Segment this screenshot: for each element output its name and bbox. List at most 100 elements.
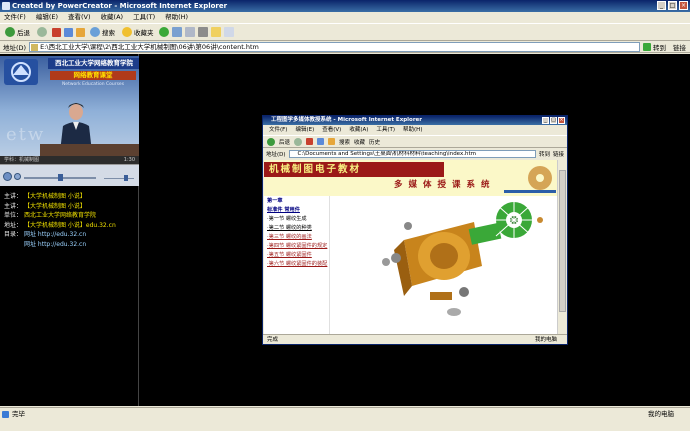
toolbar: 后退 搜索 收藏夹 bbox=[0, 23, 690, 41]
inner-stop-icon[interactable] bbox=[306, 138, 314, 145]
inner-favorites-button[interactable]: 收藏 bbox=[354, 138, 365, 146]
media-player-controls bbox=[0, 164, 139, 186]
favorites-button[interactable]: 收藏夹 bbox=[120, 27, 156, 37]
stop-icon[interactable] bbox=[52, 27, 61, 37]
folder-icon[interactable] bbox=[210, 27, 221, 37]
inner-address-input[interactable]: C:\Documents and Settings\王桌面\机材科材料\teac… bbox=[288, 149, 536, 158]
forward-button[interactable] bbox=[35, 27, 49, 37]
go-button[interactable]: 转到 bbox=[643, 42, 670, 52]
info-value: 【大学机械制图 小说】 bbox=[24, 202, 86, 210]
seek-thumb[interactable] bbox=[58, 174, 63, 181]
video-banner-title: 西北工业大学网络教育学院 bbox=[48, 58, 139, 69]
inner-menu-bar: 文件(F) 编辑(E) 查看(V) 收藏(A) 工具(T) 帮助(H) bbox=[263, 125, 567, 135]
inner-menu-file[interactable]: 文件(F) bbox=[269, 125, 287, 135]
menu-view[interactable]: 查看(V) bbox=[68, 12, 91, 23]
go-label: 转到 bbox=[653, 43, 666, 52]
inner-links-label[interactable]: 链接 bbox=[553, 150, 567, 158]
back-label: 后退 bbox=[17, 29, 30, 37]
search-button[interactable]: 搜索 bbox=[88, 27, 117, 37]
university-logo-icon bbox=[4, 59, 38, 85]
close-button[interactable]: × bbox=[679, 1, 688, 10]
status-page-icon bbox=[2, 411, 9, 418]
back-button[interactable]: 后退 bbox=[3, 27, 32, 37]
banner-gear-icon bbox=[504, 166, 556, 193]
inner-menu-help[interactable]: 帮助(H) bbox=[403, 125, 422, 135]
inner-back-label[interactable]: 后退 bbox=[279, 138, 290, 146]
menu-item-section-3[interactable]: ·第三节 螺纹的画法 bbox=[267, 234, 329, 241]
menu-help[interactable]: 帮助(H) bbox=[165, 12, 188, 23]
home-icon[interactable] bbox=[76, 27, 85, 37]
banner-main-title: 机械制图电子教材 bbox=[264, 162, 444, 177]
inner-status-text: 完成 bbox=[267, 337, 279, 343]
info-link[interactable]: 网址 http://edu.32.cn bbox=[24, 240, 86, 250]
menu-file[interactable]: 文件(F) bbox=[4, 12, 26, 23]
video-banner-subtitle: 网络教育课堂 bbox=[50, 71, 136, 80]
maximize-button[interactable]: □ bbox=[668, 1, 677, 10]
menu-item-section-4[interactable]: ·第四节 螺纹紧固件的规定 bbox=[267, 243, 329, 250]
refresh-icon[interactable] bbox=[64, 27, 73, 37]
inner-refresh-icon[interactable] bbox=[317, 138, 325, 145]
inner-maximize-button[interactable]: □ bbox=[550, 117, 557, 124]
menu-item-section-2[interactable]: ·第二节 螺纹的种类 bbox=[267, 225, 329, 232]
inner-go-button[interactable]: 转到 bbox=[539, 150, 550, 158]
info-value: 西北工业大学网络教育学院 bbox=[24, 212, 97, 220]
menu-edit[interactable]: 编辑(E) bbox=[36, 12, 58, 23]
menu-item-section-1[interactable]: ·第一节 螺纹生成 bbox=[267, 216, 329, 223]
history-icon[interactable] bbox=[171, 27, 182, 37]
inner-address-bar: 地址(D) C:\Documents and Settings\王桌面\机材科材… bbox=[263, 148, 567, 159]
inner-menu-view[interactable]: 查看(V) bbox=[322, 125, 341, 135]
info-value: 【大学机械制图 小说】 bbox=[24, 193, 86, 200]
info-link[interactable]: 网址 http://edu.32.cn bbox=[24, 230, 86, 240]
inner-menu-tools[interactable]: 工具(T) bbox=[376, 125, 395, 135]
info-row: 网址 http://edu.32.cn bbox=[4, 240, 138, 250]
search-label: 搜索 bbox=[102, 29, 115, 37]
inner-toolbar: 后退 搜索 收藏 历史 bbox=[263, 135, 567, 148]
messenger-icon[interactable] bbox=[223, 27, 234, 37]
info-row: 主讲： 【大学机械制图 小说】 bbox=[4, 202, 138, 212]
menu-item-heading[interactable]: 标准件 常用件 bbox=[267, 207, 329, 214]
inner-home-icon[interactable] bbox=[328, 138, 336, 145]
inner-forward-icon[interactable] bbox=[294, 137, 303, 146]
inner-menu-favorites[interactable]: 收藏(A) bbox=[349, 125, 368, 135]
inner-back-icon[interactable] bbox=[267, 137, 275, 146]
inner-title: 工程图学多媒体教授系统 - Microsoft Internet Explore… bbox=[271, 117, 422, 123]
play-pause-button[interactable] bbox=[3, 172, 12, 181]
address-bar: 地址(D) E:\西北工业大学\课程\2\西北工业大学机械制图\06讲\第06讲… bbox=[0, 41, 690, 53]
search-icon bbox=[90, 27, 100, 37]
info-key: 单位： bbox=[4, 212, 23, 220]
menu-tools[interactable]: 工具(T) bbox=[133, 12, 155, 23]
inner-menu-edit[interactable]: 编辑(E) bbox=[295, 125, 314, 135]
menu-item-section-6[interactable]: ·第六节 螺纹紧固件的装配 bbox=[267, 261, 329, 268]
inner-close-button[interactable]: × bbox=[558, 117, 565, 124]
address-input[interactable]: E:\西北工业大学\课程\2\西北工业大学机械制图\06讲\第06讲\conte… bbox=[29, 41, 640, 52]
info-row: 目录： 网址 http://edu.32.cn bbox=[4, 230, 138, 240]
volume-thumb[interactable] bbox=[124, 175, 128, 181]
mail-icon[interactable] bbox=[184, 27, 195, 37]
inner-history-button[interactable]: 历史 bbox=[369, 138, 380, 146]
favorites-label: 收藏夹 bbox=[134, 29, 154, 37]
inner-scrollbar-thumb[interactable] bbox=[559, 170, 566, 312]
courseware-banner: 机械制图电子教材 多媒体授课系统 bbox=[264, 160, 557, 196]
menu-item-section-5[interactable]: ·第五节 螺纹紧固件 bbox=[267, 252, 329, 259]
volume-slider[interactable] bbox=[104, 178, 134, 179]
inner-minimize-button[interactable]: _ bbox=[542, 117, 549, 124]
print-icon[interactable] bbox=[197, 27, 208, 37]
forward-arrow-icon bbox=[37, 27, 47, 37]
status-text: 完毕 bbox=[12, 410, 25, 418]
video-frame: 西北工业大学网络教育学院 网络教育课堂 Network Education Co… bbox=[0, 56, 139, 156]
media-icon[interactable] bbox=[158, 27, 169, 37]
links-label[interactable]: 链接 bbox=[673, 42, 690, 52]
menu-item-chapter[interactable]: 第一章 bbox=[267, 198, 329, 205]
info-key: 目录： bbox=[4, 231, 23, 239]
info-key: 主讲： bbox=[4, 202, 23, 210]
desk-laptop bbox=[40, 144, 139, 156]
ie-icon bbox=[2, 2, 10, 10]
menu-favorites[interactable]: 收藏(A) bbox=[101, 12, 124, 23]
stop-button[interactable] bbox=[14, 173, 21, 180]
minimize-button[interactable]: _ bbox=[657, 1, 666, 10]
inner-search-button[interactable]: 搜索 bbox=[339, 138, 350, 146]
inner-scrollbar[interactable] bbox=[557, 160, 567, 334]
info-key bbox=[4, 240, 20, 250]
info-row: 单位： 西北工业大学网络教育学院 bbox=[4, 211, 138, 221]
address-label: 地址(D) bbox=[3, 43, 27, 52]
